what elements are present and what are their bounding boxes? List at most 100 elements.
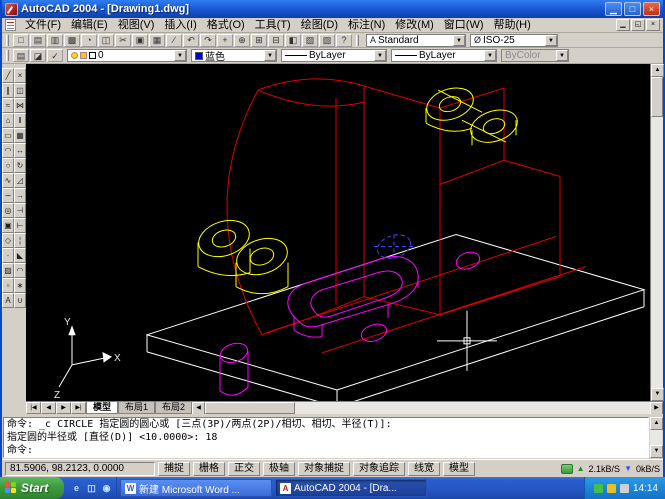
dim-style-combo[interactable]: Ø ISO-25 ▼ [470,34,558,47]
model-space-toggle[interactable]: 模型 [443,462,475,476]
chevron-down-icon[interactable]: ▼ [484,50,496,61]
cut-button[interactable]: ✂ [115,34,131,47]
ortho-toggle[interactable]: 正交 [228,462,260,476]
tab-nav-button[interactable]: |◀ [26,402,41,414]
coordinate-readout[interactable]: 81.5906, 98.2123, 0.0000 [5,462,155,476]
tab-nav-button[interactable]: ▶ [56,402,71,414]
rotate-button[interactable]: ↻ [14,158,26,173]
copy-button[interactable]: ▣ [132,34,148,47]
command-scrollbar[interactable]: ▲ ▼ [650,417,662,458]
polar-toggle[interactable]: 极轴 [263,462,295,476]
join-button[interactable]: ∪ [14,293,26,308]
tray-antivirus-icon[interactable] [594,484,603,493]
chevron-down-icon[interactable]: ▼ [545,35,557,46]
vertical-scrollbar[interactable]: ▲ ▼ [650,64,663,401]
move-button[interactable]: ↔ [14,143,26,158]
tray-volume-icon[interactable] [620,484,629,493]
clock[interactable]: 14:14 [633,483,658,494]
array-button[interactable]: ▦ [14,128,26,143]
maximize-button[interactable]: □ [624,2,641,16]
vertical-scroll-track[interactable] [651,117,663,388]
pan-button[interactable]: + [217,34,233,47]
chevron-down-icon[interactable]: ▼ [264,50,276,61]
make-block-button[interactable]: ◇ [2,233,14,248]
publish-button[interactable]: ◫ [98,34,114,47]
designcenter-button[interactable]: ▨ [302,34,318,47]
layout1-tab[interactable]: 布局1 [118,402,155,414]
layer-states-button[interactable]: ◪ [30,49,46,62]
break-button[interactable]: ¦ [14,233,26,248]
toolbar-grip[interactable] [6,50,9,61]
paste-button[interactable]: ▦ [149,34,165,47]
lineweight-toggle[interactable]: 线宽 [408,462,440,476]
make-layer-current-button[interactable]: ✓ [47,49,63,62]
horizontal-scroll-track[interactable] [295,402,650,414]
erase-button[interactable]: × [14,68,26,83]
ellipse-button[interactable]: ◎ [2,203,14,218]
spline-button[interactable]: ∼ [2,188,14,203]
menu-item[interactable]: 格式(O) [202,18,250,32]
toolbar-grip[interactable] [356,35,359,46]
chevron-down-icon[interactable]: ▼ [374,50,386,61]
plot-button[interactable]: ▩ [64,34,80,47]
copy-object-button[interactable]: ◫ [14,83,26,98]
help-button[interactable]: ? [336,34,352,47]
menu-item[interactable]: 文件(F) [20,18,66,32]
redo-button[interactable]: ↷ [200,34,216,47]
chamfer-button[interactable]: ◣ [14,248,26,263]
layout2-tab[interactable]: 布局2 [155,402,192,414]
zoom-realtime-button[interactable]: ⊕ [234,34,250,47]
drawing-canvas[interactable]: Y X Z [26,64,650,401]
open-button[interactable]: ▤ [30,34,46,47]
new-file-button[interactable]: □ [13,34,29,47]
properties-button[interactable]: ◧ [285,34,301,47]
chevron-down-icon[interactable]: ▼ [174,50,186,61]
taskbar-item-autocad[interactable]: A AutoCAD 2004 - [Dra... [275,479,427,497]
mtext-button[interactable]: A [2,293,14,308]
chevron-down-icon[interactable]: ▼ [453,35,465,46]
fillet-button[interactable]: ◠ [14,263,26,278]
match-properties-button[interactable]: ∕ [166,34,182,47]
menu-item[interactable]: 绘图(D) [296,18,343,32]
tool-palettes-button[interactable]: ▧ [319,34,335,47]
mdi-minimize-button[interactable]: ▁ [616,19,630,31]
toolbar-grip[interactable] [6,35,9,46]
trim-button[interactable]: ⊣ [14,203,26,218]
snap-toggle[interactable]: 捕捉 [158,462,190,476]
horizontal-scrollbar[interactable]: ◀ ▶ [192,402,663,414]
polygon-button[interactable]: ⌂ [2,113,14,128]
region-button[interactable]: ▫ [2,278,14,293]
tab-nav-button[interactable]: ▶| [71,402,86,414]
menu-item[interactable]: 工具(T) [250,18,296,32]
scroll-up-icon[interactable]: ▲ [650,417,663,430]
otrack-toggle[interactable]: 对象追踪 [353,462,405,476]
menu-item[interactable]: 编辑(E) [66,18,113,32]
menu-item[interactable]: 窗口(W) [439,18,489,32]
hatch-button[interactable]: ▨ [2,263,14,278]
tray-update-icon[interactable] [607,484,616,493]
mirror-button[interactable]: ⋈ [14,98,26,113]
command-input-area[interactable]: 命令: _c CIRCLE 指定圆的圆心或 [三点(3P)/两点(2P)/相切、… [3,417,649,458]
horizontal-scroll-thumb[interactable] [205,402,295,414]
point-button[interactable]: · [2,248,14,263]
menu-item[interactable]: 标注(N) [343,18,390,32]
menu-item[interactable]: 修改(M) [390,18,439,32]
stretch-button[interactable]: → [14,188,26,203]
osnap-toggle[interactable]: 对象捕捉 [298,462,350,476]
circle-button[interactable]: ○ [2,158,14,173]
save-button[interactable]: ▥ [47,34,63,47]
offset-button[interactable]: ‖ [14,113,26,128]
arc-button[interactable]: ◠ [2,143,14,158]
rectangle-button[interactable]: ▭ [2,128,14,143]
linetype-combo[interactable]: ByLayer ▼ [281,49,387,62]
layer-combo[interactable]: 0 ▼ [67,49,187,62]
polyline-button[interactable]: ≈ [2,98,14,113]
grid-toggle[interactable]: 栅格 [193,462,225,476]
revision-cloud-button[interactable]: ∿ [2,173,14,188]
layer-properties-button[interactable]: ▤ [13,49,29,62]
undo-button[interactable]: ↶ [183,34,199,47]
zoom-previous-button[interactable]: ⊟ [268,34,284,47]
scale-button[interactable]: ◿ [14,173,26,188]
insert-block-button[interactable]: ▣ [2,218,14,233]
close-button[interactable]: × [643,2,660,16]
